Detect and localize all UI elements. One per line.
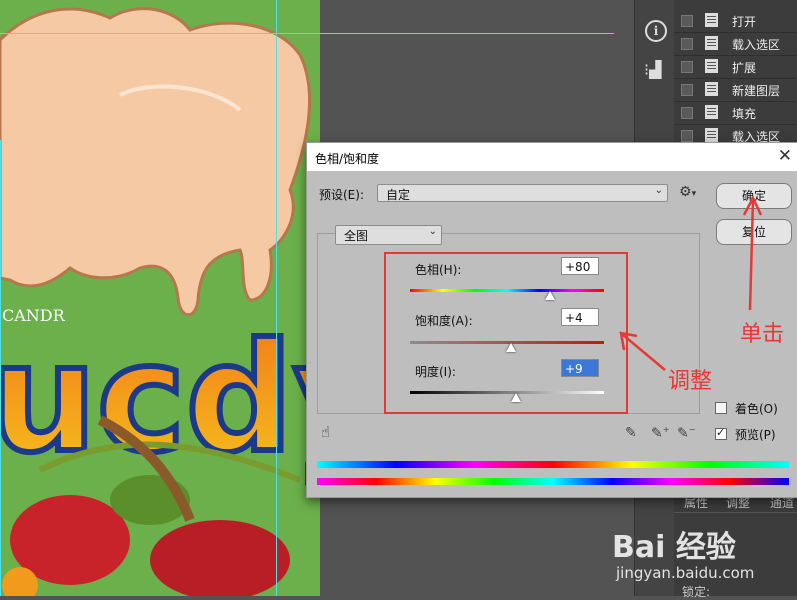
history-snapshot-checkbox[interactable] <box>681 15 693 27</box>
vertical-guide <box>276 0 277 596</box>
output-spectrum-bar <box>317 478 789 485</box>
chevron-down-icon: ⌄ <box>654 185 663 196</box>
document-icon <box>705 36 718 50</box>
preset-value: 自定 <box>386 188 411 202</box>
history-snapshot-checkbox[interactable] <box>681 130 693 142</box>
input-spectrum-bar <box>317 461 789 468</box>
history-item-label: 填充 <box>732 107 757 121</box>
channel-value: 全图 <box>344 229 369 243</box>
eyedropper-add-icon[interactable]: ✎+ <box>651 425 669 442</box>
preview-checkbox[interactable] <box>715 426 727 440</box>
reset-button[interactable]: 复位 <box>716 219 792 245</box>
gear-icon[interactable]: ⚙▾ <box>679 184 696 200</box>
history-item-label: 扩展 <box>732 61 757 75</box>
vertical-guide <box>0 140 1 596</box>
history-item-label: 打开 <box>732 15 757 29</box>
history-snapshot-checkbox[interactable] <box>681 84 693 96</box>
dialog-titlebar[interactable]: 色相/饱和度 ✕ <box>307 143 797 171</box>
channel-select[interactable]: 全图 ⌄ <box>335 225 442 245</box>
annotation-adjust: 调整 <box>668 369 713 394</box>
history-item[interactable]: 载入选区 <box>674 32 797 56</box>
history-item[interactable]: 填充 <box>674 101 797 125</box>
history-panel: 打开 载入选区 扩展 新建图层 填充 载入选区 <box>674 0 797 150</box>
canvas-artwork: ucdy CANDR <box>0 0 320 596</box>
watermark-logo: Bai 经验 <box>612 530 736 565</box>
horizontal-guide <box>0 33 614 34</box>
preset-label: 预设(E): <box>319 188 364 202</box>
history-item-label: 新建图层 <box>732 84 781 98</box>
baidu-watermark: Bai 经验 jingyan.baidu.com <box>612 508 797 596</box>
document-icon <box>705 13 718 27</box>
history-snapshot-checkbox[interactable] <box>681 38 693 50</box>
history-item-label: 载入选区 <box>732 38 781 52</box>
close-icon[interactable]: ✕ <box>778 146 792 166</box>
brand-text-small: CANDR <box>2 306 65 325</box>
ok-button[interactable]: 确定 <box>716 183 792 209</box>
history-item[interactable]: 扩展 <box>674 55 797 79</box>
annotation-highlight-box <box>384 252 628 414</box>
history-snapshot-checkbox[interactable] <box>681 107 693 119</box>
colorize-label: 着色(O) <box>735 402 778 416</box>
eyedropper-subtract-icon[interactable]: ✎− <box>677 425 695 442</box>
dialog-title: 色相/饱和度 <box>315 152 380 166</box>
document-icon <box>705 59 718 73</box>
document-icon <box>705 128 718 142</box>
history-snapshot-checkbox[interactable] <box>681 61 693 73</box>
candy-artwork-image: ucdy <box>0 0 320 596</box>
chevron-down-icon: ⌄ <box>428 226 437 237</box>
preview-label: 预览(P) <box>735 428 776 442</box>
fill-icon <box>705 105 718 119</box>
info-icon[interactable]: i <box>645 20 667 42</box>
watermark-url: jingyan.baidu.com <box>616 564 755 582</box>
history-item[interactable]: 打开 <box>674 9 797 33</box>
targeted-adjustment-hand-icon[interactable]: ☝ <box>321 423 330 441</box>
preset-select[interactable]: 自定 ⌄ <box>377 184 668 202</box>
clone-source-icon[interactable]: ⁝▟ <box>644 60 666 79</box>
eyedropper-icon[interactable]: ✎ <box>625 425 637 441</box>
annotation-click: 单击 <box>740 322 785 347</box>
colorize-checkbox[interactable] <box>715 402 727 414</box>
document-icon <box>705 82 718 96</box>
history-item[interactable]: 新建图层 <box>674 78 797 102</box>
